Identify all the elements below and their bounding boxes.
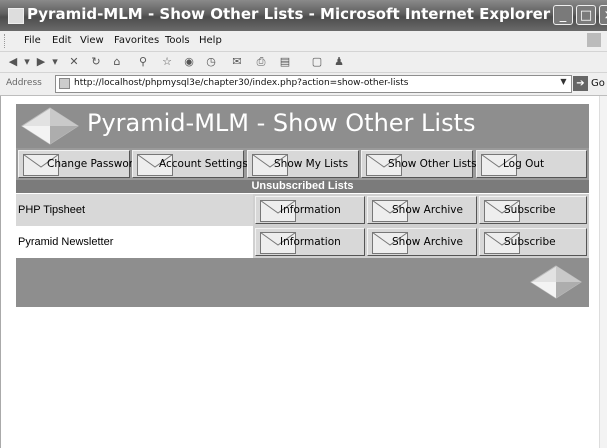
show-archive-label: Show Archive	[392, 204, 463, 216]
account-settings-label: Account Settings	[159, 158, 248, 170]
show-archive-label: Show Archive	[392, 236, 463, 248]
standard-toolbar: ◀ ▾ ▶ ▾ ✕ ↻ ⌂ ⚲ ☆ ◉ ◷ ✉ ⎙ ▤ ▢ ♟	[0, 52, 607, 73]
address-url[interactable]: http://localhost/phpmysql3e/chapter30/in…	[74, 78, 408, 88]
maximize-button[interactable]: □	[576, 5, 596, 25]
favorites-icon[interactable]: ☆	[160, 55, 174, 69]
menu-edit[interactable]: Edit	[52, 35, 71, 46]
information-label: Information	[280, 204, 341, 216]
forward-dropdown-icon[interactable]: ▾	[48, 55, 62, 69]
ie-app-icon	[8, 8, 24, 24]
show-other-lists-label: Show Other Lists	[388, 158, 477, 170]
account-settings-button[interactable]: Account Settings	[132, 150, 248, 178]
pyramid-logo-icon	[21, 107, 79, 145]
window-title: Pyramid-MLM - Show Other Lists - Microso…	[27, 5, 551, 23]
stop-icon[interactable]: ✕	[67, 55, 81, 69]
page-icon	[59, 78, 70, 89]
show-archive-button[interactable]: Show Archive	[367, 196, 477, 224]
menu-file[interactable]: File	[24, 35, 41, 46]
menu-bar: File Edit View Favorites Tools Help	[0, 31, 607, 52]
information-button[interactable]: Information	[255, 196, 365, 224]
menu-view[interactable]: View	[80, 35, 104, 46]
home-icon[interactable]: ⌂	[110, 55, 124, 69]
log-out-button[interactable]: Log Out	[476, 150, 587, 178]
menu-tools[interactable]: Tools	[165, 35, 190, 46]
page-footer	[16, 258, 589, 307]
search-icon[interactable]: ⚲	[136, 55, 150, 69]
list-row: PHP Tipsheet Information Show Archive Su…	[16, 194, 589, 226]
menu-grip	[4, 34, 8, 48]
address-dropdown-icon[interactable]: ▼	[558, 77, 569, 89]
information-button[interactable]: Information	[255, 228, 365, 256]
address-bar: Address http://localhost/phpmysql3e/chap…	[0, 73, 607, 96]
subscribe-label: Subscribe	[504, 236, 556, 248]
address-label: Address	[6, 78, 42, 88]
back-dropdown-icon[interactable]: ▾	[20, 55, 34, 69]
viewport-border	[0, 96, 1, 448]
show-archive-button[interactable]: Show Archive	[367, 228, 477, 256]
pyramid-logo-icon	[530, 265, 582, 299]
title-bar: Pyramid-MLM - Show Other Lists - Microso…	[0, 0, 607, 31]
subscribe-button[interactable]: Subscribe	[479, 196, 587, 224]
messenger-icon[interactable]: ♟	[332, 55, 346, 69]
page-title: Pyramid-MLM - Show Other Lists	[87, 109, 476, 137]
menu-help[interactable]: Help	[199, 35, 222, 46]
list-row: Pyramid Newsletter Information Show Arch…	[16, 226, 589, 258]
forward-icon[interactable]: ▶	[34, 55, 48, 69]
nav-bar: Change Password Account Settings Show My…	[16, 148, 589, 180]
mail-icon[interactable]: ✉	[230, 55, 244, 69]
list-name: Pyramid Newsletter	[18, 236, 114, 248]
go-button[interactable]: Go	[591, 78, 605, 89]
page-header: Pyramid-MLM - Show Other Lists	[16, 104, 589, 148]
log-out-label: Log Out	[503, 158, 545, 170]
refresh-icon[interactable]: ↻	[89, 55, 103, 69]
change-password-button[interactable]: Change Password	[18, 150, 140, 178]
print-icon[interactable]: ⎙	[254, 55, 268, 69]
minimize-button[interactable]: _	[553, 5, 573, 25]
show-my-lists-label: Show My Lists	[274, 158, 349, 170]
close-button[interactable]: ×	[599, 5, 607, 25]
go-arrow-icon[interactable]: ➔	[573, 76, 588, 91]
menu-favorites[interactable]: Favorites	[114, 35, 159, 46]
edit-icon[interactable]: ▤	[278, 55, 292, 69]
subscribe-label: Subscribe	[504, 204, 556, 216]
discuss-icon[interactable]: ▢	[310, 55, 324, 69]
section-heading: Unsubscribed Lists	[16, 180, 589, 193]
list-name: PHP Tipsheet	[18, 204, 86, 216]
vertical-scrollbar[interactable]	[599, 96, 607, 448]
windows-flag-icon	[587, 33, 601, 47]
back-icon[interactable]: ◀	[6, 55, 20, 69]
information-label: Information	[280, 236, 341, 248]
change-password-label: Change Password	[47, 158, 140, 170]
history-icon[interactable]: ◷	[204, 55, 218, 69]
show-other-lists-button[interactable]: Show Other Lists	[361, 150, 477, 178]
address-input[interactable]: http://localhost/phpmysql3e/chapter30/in…	[55, 75, 572, 93]
media-icon[interactable]: ◉	[182, 55, 196, 69]
subscribe-button[interactable]: Subscribe	[479, 228, 587, 256]
show-my-lists-button[interactable]: Show My Lists	[247, 150, 359, 178]
